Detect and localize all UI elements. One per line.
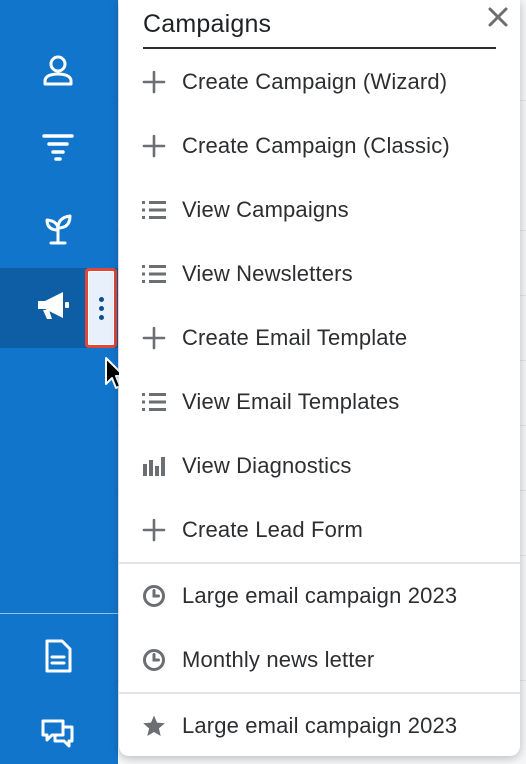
- kebab-icon: [98, 296, 104, 320]
- plus-icon: [141, 517, 167, 543]
- plus-icon: [141, 69, 167, 95]
- sidebar-item-filter[interactable]: [0, 114, 118, 178]
- clock-icon: [141, 583, 167, 609]
- list-icon: [141, 261, 167, 287]
- menu-item-label: View Diagnostics: [182, 453, 352, 478]
- close-icon: [488, 7, 508, 27]
- menu-item-label: Monthly news letter: [182, 647, 375, 672]
- menu-item-label: Large email campaign 2023: [182, 583, 458, 608]
- menu-item-view-newsletters[interactable]: View Newsletters: [119, 246, 520, 302]
- sidebar-divider: [0, 613, 118, 614]
- clock-icon: [141, 647, 167, 673]
- menu-item-label: Create Campaign (Wizard): [182, 69, 448, 94]
- menu-item-create-email-template[interactable]: Create Email Template: [119, 310, 520, 366]
- menu-item-view-email-templates[interactable]: View Email Templates: [119, 374, 520, 430]
- menu-item-label: Create Campaign (Classic): [182, 133, 450, 158]
- menu-item-view-diagnostics[interactable]: View Diagnostics: [119, 438, 520, 494]
- campaigns-flyout-menu: Campaigns Create Campaign (Wizard) Creat…: [119, 0, 520, 756]
- close-button[interactable]: [484, 3, 512, 31]
- menu-item-favorite-large-email-campaign[interactable]: Large email campaign 2023: [119, 698, 520, 754]
- sprout-icon: [38, 210, 78, 246]
- menu-item-recent-monthly-newsletter[interactable]: Monthly news letter: [119, 632, 520, 688]
- menu-item-view-campaigns[interactable]: View Campaigns: [119, 182, 520, 238]
- menu-title: Campaigns: [143, 10, 272, 38]
- list-icon: [141, 197, 167, 223]
- menu-separator: [119, 562, 520, 564]
- sidebar-item-contacts[interactable]: [0, 38, 118, 102]
- menu-separator: [119, 692, 520, 694]
- sidebar-item-chat[interactable]: [0, 702, 118, 764]
- sidebar-item-documents[interactable]: [0, 624, 118, 688]
- list-icon: [141, 389, 167, 415]
- menu-item-label: Large email campaign 2023: [182, 713, 458, 738]
- menu-item-create-lead-form[interactable]: Create Lead Form: [119, 502, 520, 558]
- more-options-button[interactable]: [85, 268, 117, 348]
- plus-icon: [141, 325, 167, 351]
- sidebar-item-opportunities[interactable]: [0, 196, 118, 260]
- star-icon: [141, 713, 167, 739]
- menu-item-recent-large-email-campaign[interactable]: Large email campaign 2023: [119, 568, 520, 624]
- contact-icon: [38, 52, 78, 88]
- menu-item-create-campaign-classic[interactable]: Create Campaign (Classic): [119, 118, 520, 174]
- bar-chart-icon: [141, 453, 167, 479]
- chat-icon: [38, 716, 78, 752]
- megaphone-icon: [34, 288, 74, 324]
- menu-item-label: View Campaigns: [182, 197, 349, 222]
- plus-icon: [141, 133, 167, 159]
- menu-item-create-campaign-wizard[interactable]: Create Campaign (Wizard): [119, 54, 520, 110]
- left-sidebar: [0, 0, 118, 764]
- filter-icon: [38, 128, 78, 164]
- menu-item-label: Create Email Template: [182, 325, 408, 350]
- document-icon: [38, 638, 78, 674]
- menu-item-label: Create Lead Form: [182, 517, 363, 542]
- title-underline: [143, 47, 496, 49]
- menu-item-label: View Email Templates: [182, 389, 400, 414]
- menu-item-label: View Newsletters: [182, 261, 353, 286]
